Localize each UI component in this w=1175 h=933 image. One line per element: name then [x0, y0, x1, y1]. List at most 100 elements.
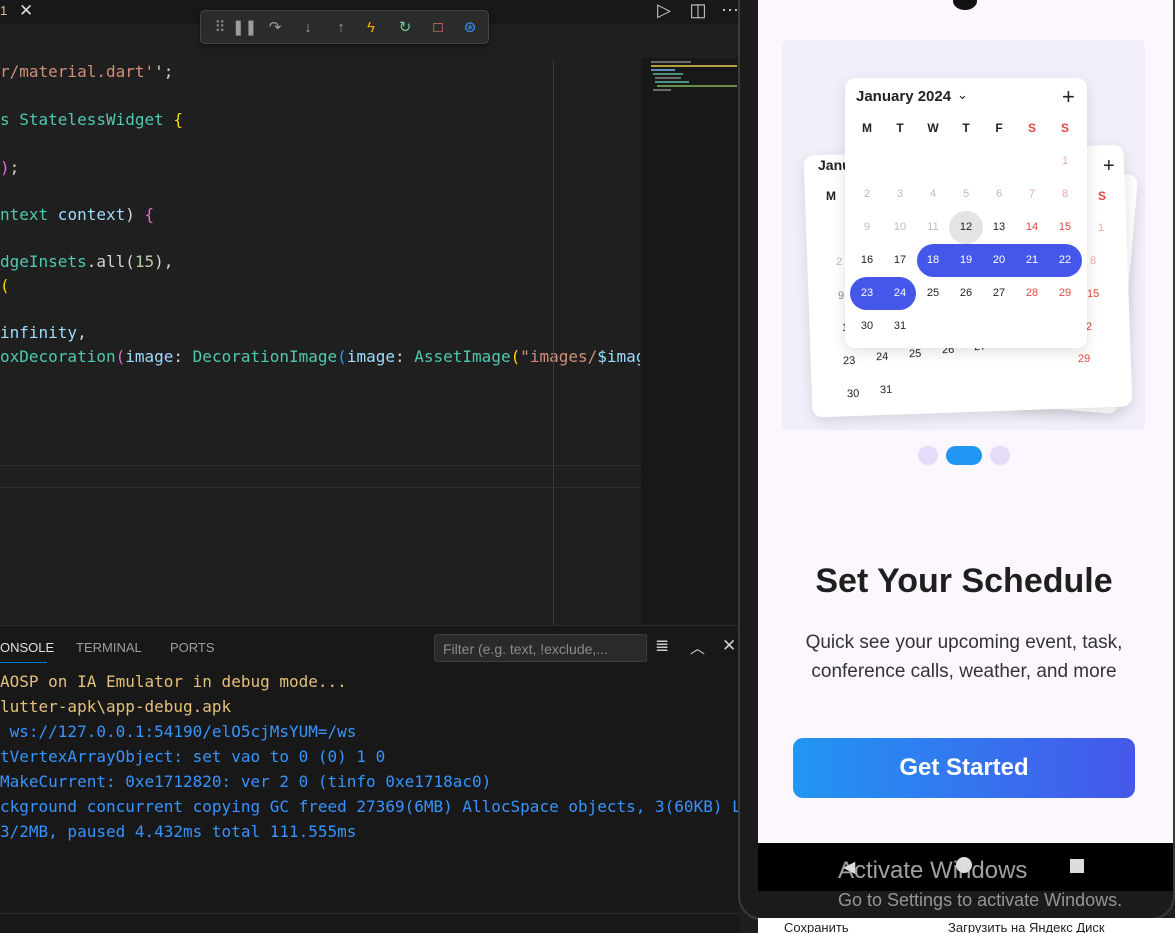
code-token: context: [48, 205, 126, 224]
console-line: MakeCurrent: 0xe1712820: ver 2 0 (tinfo …: [0, 772, 492, 791]
chevron-down-icon: ⌄: [957, 87, 968, 102]
console-line: ckground concurrent copying GC freed 273…: [0, 797, 742, 816]
calendar-weekday: W: [927, 121, 939, 135]
run-icon[interactable]: ▷: [652, 0, 676, 21]
status-bar: [0, 913, 740, 933]
calendar-day: 15: [1058, 221, 1072, 233]
code-line[interactable]: ntext context) {: [0, 205, 154, 225]
filter-input[interactable]: Filter (e.g. text, !exclude,...: [434, 634, 647, 662]
restart-icon[interactable]: ↻: [394, 17, 416, 39]
editor-divider: [0, 465, 641, 466]
calendar-day: 13: [992, 221, 1006, 233]
minimap[interactable]: [641, 58, 740, 625]
code-editor-window: 1 ✕ ▷ ◫ ⋯ ⠿ ❚❚ ↷ ↓ ↑ ϟ ↻ □ ⊛ r/material.…: [0, 0, 742, 933]
page-dot-active[interactable]: [946, 446, 982, 465]
console-line: ws://127.0.0.1:54190/elO5cjMsYUM=/ws: [0, 722, 357, 741]
stop-icon[interactable]: □: [427, 17, 449, 39]
code-token: {: [134, 205, 155, 224]
code-token: ;: [9, 158, 20, 177]
calendar-weekday: F: [995, 121, 1003, 135]
tab-problem-count: 1: [0, 3, 8, 18]
chevron-up-icon[interactable]: ︿: [690, 637, 705, 658]
page-dot[interactable]: [918, 446, 938, 465]
close-panel-icon[interactable]: ✕: [722, 636, 736, 656]
calendar-back-weekday: M: [826, 189, 836, 203]
calendar-weekday: S: [1027, 121, 1036, 135]
code-token: :: [394, 347, 415, 366]
code-token: {: [163, 110, 184, 129]
active-tab-indicator: [0, 662, 47, 663]
editor-ruler: [553, 60, 554, 625]
recents-icon[interactable]: [1070, 859, 1084, 873]
calendar-day: 23: [842, 354, 856, 368]
clear-console-icon[interactable]: ≣: [655, 636, 669, 656]
tab-ports[interactable]: PORTS: [170, 640, 215, 655]
editor-divider: [0, 487, 641, 488]
calendar-day: 15: [1086, 287, 1100, 301]
calendar-day: 24: [893, 287, 907, 299]
calendar-day: 29: [1077, 352, 1091, 366]
calendar-day: 1: [1061, 155, 1069, 167]
calendar-day: 22: [1058, 254, 1072, 266]
onboarding-subtitle: conference calls, weather, and more: [811, 661, 1117, 682]
tab-debug-console[interactable]: ONSOLE: [0, 640, 54, 655]
calendar-weekday: M: [862, 121, 872, 135]
code-area[interactable]: r/material.dart''; s StatelessWidget {); n…: [0, 60, 640, 620]
drag-handle-icon[interactable]: ⠿: [209, 17, 231, 39]
debug-toolbar: ⠿ ❚❚ ↷ ↓ ↑ ϟ ↻ □ ⊛: [200, 10, 489, 44]
code-line[interactable]: dgeInsets.all(15),: [0, 252, 173, 272]
code-token: 15: [134, 252, 155, 271]
code-token: image: [125, 347, 174, 366]
code-token: (: [510, 347, 521, 366]
calendar-weekday: T: [896, 121, 904, 135]
upload-yandex-disk-button[interactable]: Загрузить на Яндекс Диск: [948, 920, 1105, 933]
step-out-icon[interactable]: ↑: [330, 17, 352, 39]
calendar-day: 16: [860, 254, 874, 266]
calendar-day: 9: [863, 221, 871, 233]
calendar-day: 30: [846, 387, 860, 401]
code-line[interactable]: infinity,: [0, 323, 87, 343]
code-line[interactable]: s StatelessWidget {: [0, 110, 183, 130]
calendar-day: 1: [1097, 221, 1105, 235]
code-line[interactable]: (: [0, 276, 10, 296]
onboarding-title: Set Your Schedule: [815, 562, 1113, 600]
calendar-day: 19: [959, 254, 973, 266]
add-icon: +: [1103, 155, 1115, 177]
calendar-day: 31: [879, 383, 893, 397]
code-line[interactable]: oxDecoration(image: DecorationImage(imag…: [0, 347, 640, 367]
split-editor-icon[interactable]: ◫: [686, 0, 710, 21]
console-line: AOSP on IA Emulator in debug mode...: [0, 672, 347, 691]
calendar-day: 5: [962, 188, 970, 200]
page-dot[interactable]: [990, 446, 1010, 465]
code-token: r/material.dart': [0, 62, 155, 81]
calendar-day: 8: [1061, 188, 1069, 200]
calendar-weekday: S: [1060, 121, 1069, 135]
calendar-day: 17: [893, 254, 907, 266]
save-button[interactable]: Сохранить: [784, 920, 849, 933]
close-icon[interactable]: ✕: [19, 1, 33, 21]
code-line[interactable]: r/material.dart'';: [0, 62, 173, 82]
code-token: ): [0, 158, 10, 177]
calendar-day: 31: [893, 320, 907, 332]
calendar-day: 29: [1058, 287, 1072, 299]
code-token: :: [173, 347, 193, 366]
code-line[interactable]: );: [0, 158, 19, 178]
step-over-icon[interactable]: ↷: [264, 17, 286, 39]
bottom-panel: ONSOLE TERMINAL PORTS Filter (e.g. text,…: [0, 625, 742, 913]
pause-icon[interactable]: ❚❚: [232, 17, 257, 39]
code-token: ,: [77, 323, 87, 342]
activation-watermark: Activate Windows: [838, 857, 1028, 884]
get-started-button[interactable]: Get Started: [793, 738, 1135, 798]
hot-reload-icon[interactable]: ϟ: [360, 17, 382, 39]
devtools-icon[interactable]: ⊛: [459, 17, 481, 39]
calendar-day: 2: [863, 188, 871, 200]
tab-terminal[interactable]: TERMINAL: [76, 640, 142, 655]
add-icon: +: [1062, 84, 1075, 109]
code-token: (: [115, 347, 126, 366]
calendar-day: 21: [1025, 254, 1039, 266]
calendar-back-weekend: S: [1098, 189, 1107, 203]
console-line: tVertexArrayObject: set vao to 0 (0) 1 0: [0, 747, 386, 766]
step-into-icon[interactable]: ↓: [297, 17, 319, 39]
code-token: ntext: [0, 205, 49, 224]
calendar-day: 26: [959, 287, 973, 299]
